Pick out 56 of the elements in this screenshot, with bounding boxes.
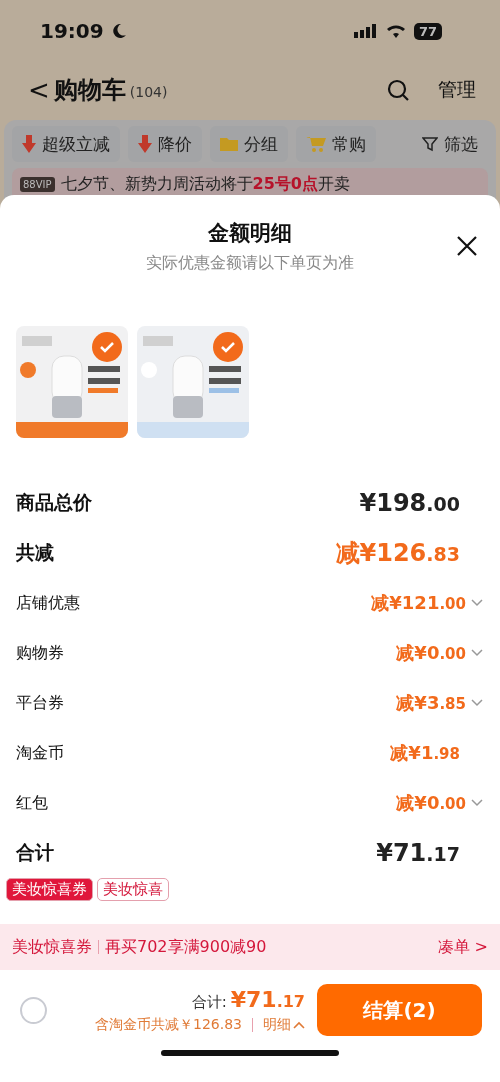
amount: 减¥0.00	[396, 791, 466, 815]
moon-icon	[111, 23, 126, 39]
folder-icon	[220, 137, 238, 151]
back-button[interactable]: <	[28, 75, 50, 105]
amount: 减¥0.00	[396, 641, 466, 665]
filter-chip[interactable]: 常购	[296, 126, 376, 162]
down-arrow-icon	[22, 135, 36, 153]
row-label: 共减	[16, 540, 54, 565]
status-time: 19:09	[40, 19, 104, 43]
vip-badge: 88VIP	[20, 176, 55, 192]
chevron-down-icon[interactable]	[470, 598, 484, 608]
wifi-icon	[385, 24, 406, 38]
filter-chip[interactable]: 分组	[210, 126, 288, 162]
filter-chip[interactable]: 降价	[128, 126, 202, 162]
savings-text: 含淘金币共减￥126.83	[95, 1015, 242, 1034]
page-title: 购物车	[53, 75, 126, 106]
row-label: 淘金币	[16, 742, 64, 764]
amount: 减¥121.00	[371, 591, 466, 615]
search-icon[interactable]	[386, 78, 410, 102]
chevron-down-icon[interactable]	[470, 798, 484, 808]
battery-level: 77	[413, 22, 442, 40]
row-label: 店铺优惠	[16, 592, 80, 614]
chevron-down-icon[interactable]	[470, 648, 484, 658]
coupon-name: 美妆惊喜券	[12, 936, 92, 958]
sheet-title: 金额明细	[208, 220, 292, 247]
total-amount: ¥71.17	[230, 986, 305, 1012]
amount: 减¥126.83	[335, 538, 460, 569]
sheet-subtitle: 实际优惠金额请以下单页为准	[146, 253, 354, 274]
coupon-offer: 再买702享满900减90	[105, 936, 267, 958]
coupon-tag[interactable]: 美妆惊喜	[97, 878, 169, 901]
manage-link[interactable]: 管理	[438, 77, 476, 103]
coupon-tag[interactable]: 美妆惊喜券	[6, 878, 93, 901]
row-label: 红包	[16, 792, 48, 814]
down-arrow-icon	[138, 135, 152, 153]
amount: ¥71.17	[376, 839, 460, 867]
signal-icon	[353, 24, 378, 38]
row-label: 平台券	[16, 692, 64, 714]
filter-chip[interactable]: 超级立减	[12, 126, 120, 162]
cart-icon	[306, 136, 326, 152]
row-label: 商品总价	[16, 490, 92, 515]
amount: 减¥1.98	[390, 741, 460, 765]
total-label: 合计:	[191, 992, 227, 1012]
row-label: 购物券	[16, 642, 64, 664]
notice-text: 七夕节、新势力周活动将于25号0点开卖	[60, 173, 350, 195]
row-label: 合计	[16, 840, 54, 865]
bundle-link[interactable]: 凑单 >	[437, 936, 488, 958]
item-count: (104)	[129, 84, 168, 100]
select-all-radio[interactable]	[20, 996, 47, 1024]
amount: 减¥3.85	[396, 691, 466, 715]
coupon-bar[interactable]: 美妆惊喜券 再买702享满900减90 凑单 >	[0, 924, 500, 970]
filter-icon	[422, 136, 438, 152]
amount: ¥198.00	[359, 489, 460, 517]
filter-chip[interactable]: 筛选	[412, 126, 488, 162]
chevron-up-icon	[293, 1020, 305, 1029]
close-icon[interactable]	[456, 235, 478, 257]
chevron-down-icon[interactable]	[470, 698, 484, 708]
